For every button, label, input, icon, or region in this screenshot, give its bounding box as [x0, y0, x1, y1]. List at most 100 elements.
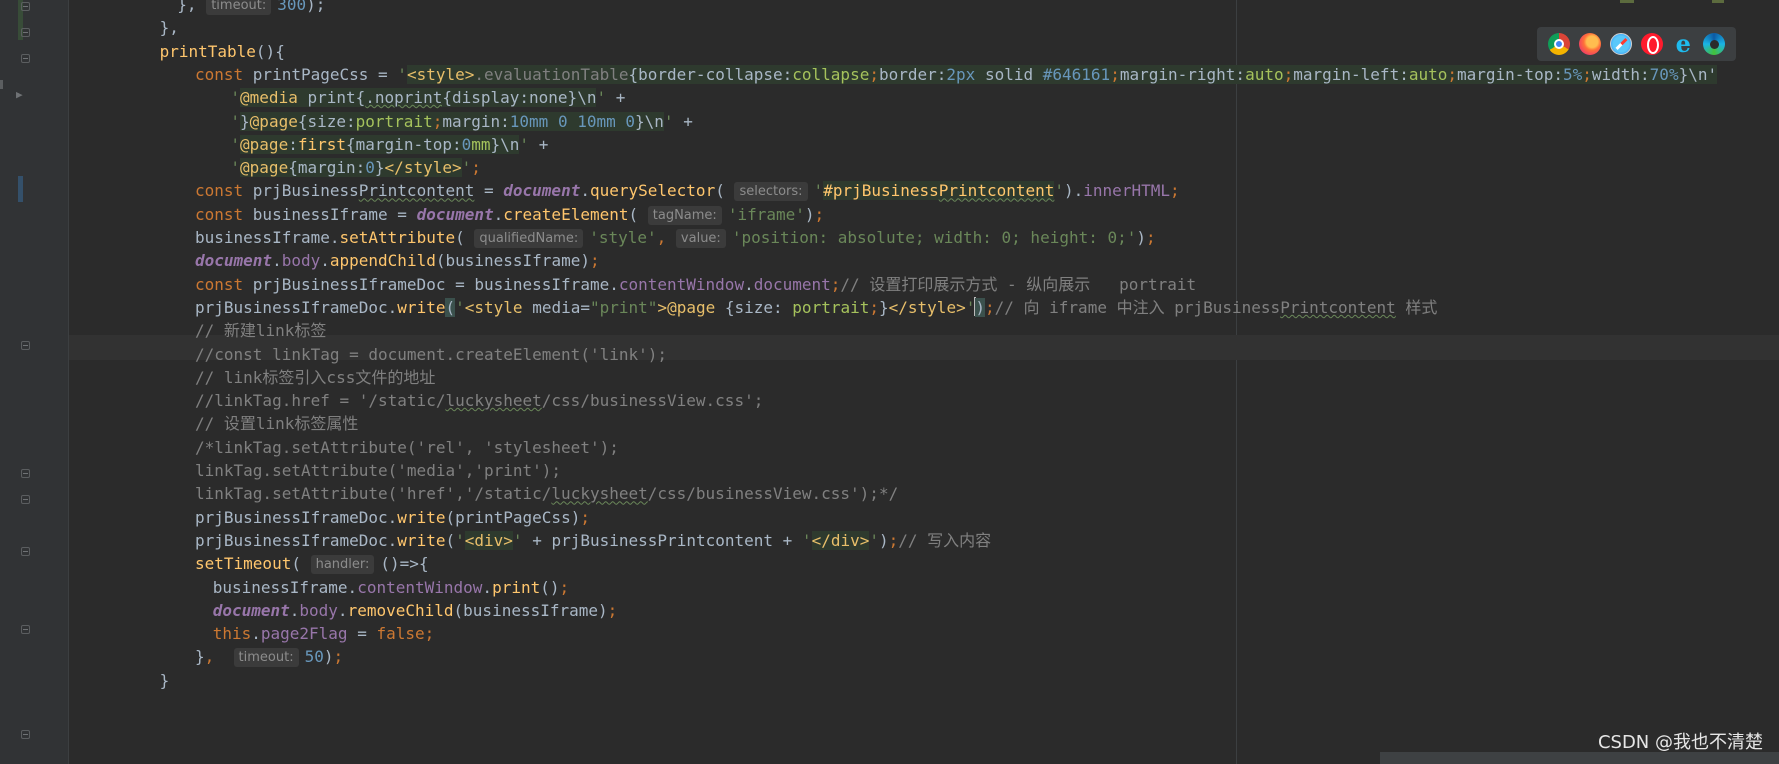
code-token: ' [596, 88, 616, 108]
code-line[interactable]: //linkTag.href = '/static/luckysheet/css… [195, 388, 763, 414]
code-token: <style> [406, 64, 475, 84]
opera-icon[interactable] [1641, 33, 1664, 55]
code-token: . [272, 251, 282, 271]
code-token: . [482, 577, 493, 597]
code-token: ; [1447, 64, 1457, 84]
code-token: , [656, 228, 676, 247]
code-token: 0 [461, 134, 472, 154]
code-token: const [195, 204, 253, 224]
code-line[interactable]: prjBusinessIframeDoc.write('<div>' + prj… [195, 528, 991, 554]
code-token: /css/businessView.css'; [541, 391, 764, 411]
code-line[interactable]: // 新建link标签 [195, 318, 326, 344]
code-token: </div> [811, 530, 870, 550]
code-line[interactable]: '@media print{.noprint{display:none}\n' … [230, 85, 625, 111]
code-editor[interactable]: }, timeout: 300);}, printTable(){const pri… [0, 0, 1779, 764]
code-token: false; [376, 624, 435, 644]
code-token: write [397, 507, 446, 527]
code-token: + [538, 134, 549, 154]
code-line[interactable]: const businessIframe = document.createEl… [195, 202, 824, 228]
firefox-icon[interactable] [1578, 33, 1601, 55]
code-line[interactable]: businessIframe.setAttribute( qualifiedNa… [195, 225, 1156, 251]
code-line[interactable]: /*linkTag.setAttribute('rel', 'styleshee… [195, 435, 619, 461]
code-token: 'iframe' [727, 204, 805, 224]
safari-icon[interactable] [1609, 33, 1632, 55]
code-line[interactable]: }, timeout: 300); [177, 0, 325, 18]
code-token: @page [240, 134, 289, 154]
code-token: (){ [255, 41, 285, 61]
code-token: : [288, 134, 298, 154]
code-token: #prjBusiness [823, 181, 939, 201]
code-token: ( [445, 530, 456, 550]
code-token: } [159, 670, 170, 690]
code-token: collapse [792, 64, 870, 84]
code-token: //linkTag.href = '/static/ [195, 391, 446, 411]
code-token: 'style' [589, 228, 657, 247]
code-line[interactable]: setTimeout( handler: ()=>{ [195, 551, 429, 577]
code-token: const [195, 64, 253, 84]
parameter-hint: timeout: [206, 0, 272, 15]
code-token: ; [888, 530, 899, 550]
code-token: } [879, 297, 889, 317]
code-token: write [397, 530, 446, 550]
code-token: write [397, 297, 446, 317]
code-line[interactable]: businessIframe.contentWindow.print(); [213, 575, 569, 601]
code-token: ; [1146, 228, 1156, 247]
code-line[interactable]: document.body.appendChild(businessIframe… [195, 248, 600, 274]
code-token: auto [1408, 64, 1448, 84]
code-token: > [657, 297, 668, 317]
code-token: ' [455, 530, 465, 550]
edge-icon[interactable] [1703, 33, 1726, 55]
code-line[interactable]: }, timeout: 50); [195, 644, 343, 670]
code-token: @media [240, 88, 308, 108]
code-token: ( [628, 204, 648, 224]
code-line[interactable]: const prjBusinessPrintcontent = document… [195, 178, 1180, 204]
code-line[interactable]: //const linkTag = document.createElement… [195, 342, 667, 368]
code-token: border: [878, 64, 947, 84]
code-token: businessIframe = [252, 204, 417, 224]
code-line[interactable]: linkTag.setAttribute('href','/static/luc… [195, 481, 898, 507]
code-token: querySelector [589, 181, 716, 201]
code-line[interactable]: // 设置link标签属性 [195, 411, 358, 437]
code-token: portrait [355, 111, 433, 131]
code-token: width: [1591, 64, 1650, 84]
code-line[interactable]: linkTag.setAttribute('media','print'); [195, 458, 561, 484]
chrome-icon[interactable] [1547, 33, 1570, 55]
code-line[interactable]: } [160, 668, 170, 694]
code-token: ; [589, 251, 600, 271]
code-token: Printcontent [358, 181, 475, 201]
code-token: ; [432, 111, 443, 131]
code-line-current[interactable]: prjBusinessIframeDoc.write('<style media… [195, 295, 1437, 321]
code-token: 300 [277, 0, 307, 14]
code-line[interactable]: printTable(){ [160, 39, 285, 65]
parameter-hint: value: [675, 229, 726, 248]
code-line[interactable]: '}@page{size:portrait;margin:10mm 0 10mm… [230, 109, 693, 135]
code-token: ) [975, 297, 985, 317]
code-token: . [289, 600, 300, 620]
code-token: ) [323, 647, 334, 667]
code-line[interactable]: // link标签引入css文件的地址 [195, 365, 435, 391]
code-token: const [195, 274, 253, 294]
code-token: prjBusinessIframeDoc. [195, 297, 398, 317]
code-token: ( [455, 228, 475, 247]
code-token: ; [1582, 64, 1592, 84]
code-line[interactable]: '@page:first{margin-top:0mm}\n' + [230, 132, 548, 158]
code-token: {margin: [288, 158, 366, 178]
code-token: {display:none}\n [442, 88, 597, 108]
code-token: luckysheet [445, 391, 542, 411]
code-line[interactable]: '@page{margin:0}</style>'; [230, 155, 481, 181]
code-token: document [753, 274, 831, 294]
code-token: auto [1245, 64, 1284, 84]
code-line[interactable]: const prjBusinessIframeDoc = businessIfr… [195, 272, 1196, 298]
code-token: </style> [384, 158, 462, 178]
code-token: prjBusinessIframeDoc. [195, 507, 398, 527]
code-token: ; [984, 297, 995, 317]
code-token: + [683, 111, 693, 131]
code-line[interactable]: const printPageCss = '<style>.evaluation… [195, 62, 1718, 88]
code-line[interactable]: }, [160, 15, 179, 41]
code-token: @page [249, 111, 298, 131]
ie-icon[interactable]: e [1672, 32, 1694, 56]
code-line[interactable]: prjBusinessIframeDoc.write(printPageCss)… [195, 505, 590, 531]
code-token: prjBusiness [252, 181, 359, 201]
code-line[interactable]: this.page2Flag = false; [213, 621, 435, 647]
code-line[interactable]: document.body.removeChild(businessIframe… [213, 598, 618, 624]
